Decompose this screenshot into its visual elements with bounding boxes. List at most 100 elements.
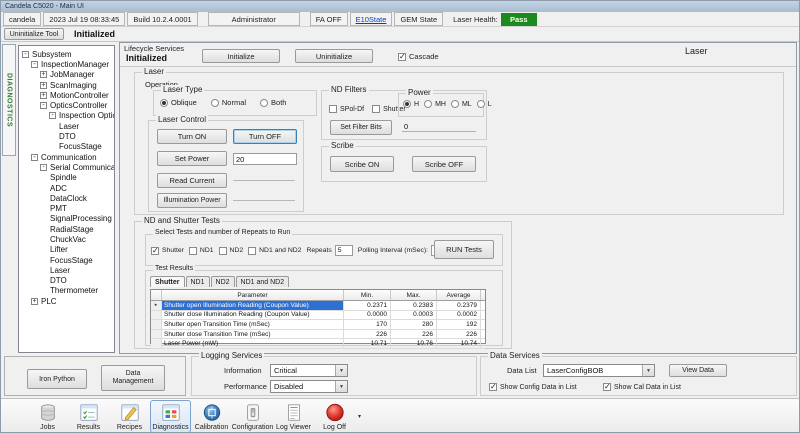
tab-nd1[interactable]: ND1 [186,276,210,287]
turn-on-button[interactable]: Turn ON [157,129,227,144]
taskbar-log-off[interactable]: Log Off [314,400,355,433]
tree-item-adc[interactable]: ADC [19,183,114,193]
taskbar-more-arrow[interactable]: ▾ [358,413,361,420]
tree-item-inspection-optics[interactable]: -Inspection Optics [19,111,114,121]
power-option-l[interactable]: L [477,100,492,108]
tab-nd2[interactable]: ND2 [211,276,235,287]
taskbar-calibration[interactable]: Calibration [191,400,232,433]
tree-item-thermometer[interactable]: Thermometer [19,286,114,296]
column-header-parameter[interactable]: Parameter [162,290,344,300]
nd-filter-checkbox-spol-df[interactable]: SPol-Df [329,105,364,113]
tree-item-radialstage[interactable]: RadialStage [19,224,114,234]
expand-icon[interactable]: + [31,298,38,305]
test-checkbox-shutter[interactable]: Shutter [151,247,184,255]
uninitialize-tool-button[interactable]: Uninitialize Tool [4,28,64,40]
tree-item-jobmanager[interactable]: +JobManager [19,70,114,80]
initialize-button[interactable]: Initialize [202,49,280,63]
uninitialize-button[interactable]: Uninitialize [295,49,373,63]
set-power-input[interactable]: 20 [233,153,297,165]
taskbar-log-viewer[interactable]: Log Viewer [273,400,314,433]
tree-item-motioncontroller[interactable]: +MotionController [19,90,114,100]
laser-type-option-oblique[interactable]: Oblique [160,98,197,107]
tree-item-focusstage[interactable]: FocusStage [19,255,114,265]
collapse-icon[interactable]: - [31,154,38,161]
expand-icon[interactable]: + [40,92,47,99]
read-current-button[interactable]: Read Current [157,173,227,188]
tree-item-focusstage[interactable]: FocusStage [19,142,114,152]
show-cal-data-checkbox[interactable]: Show Cal Data in List [603,383,681,391]
tree-item-dto[interactable]: DTO [19,131,114,141]
power-option-ml[interactable]: ML [451,100,472,108]
taskbar-jobs[interactable]: Jobs [27,400,68,433]
taskbar-recipes[interactable]: Recipes [109,400,150,433]
illumination-power-button[interactable]: Illumination Power [157,193,227,208]
tree-item-serial-communication[interactable]: -Serial Communication [19,162,114,172]
power-option-h[interactable]: H [403,100,419,108]
data-list-dropdown[interactable]: LaserConfigBOB ▼ [543,364,655,377]
data-management-button[interactable]: Data Management [101,365,165,391]
tree-item-communication[interactable]: -Communication [19,152,114,162]
tree-item-laser[interactable]: Laser [19,265,114,275]
fa-status-button[interactable]: FA OFF [310,12,348,26]
turn-off-button[interactable]: Turn OFF [233,129,297,144]
column-header-max-[interactable]: Max. [391,290,437,300]
expand-icon[interactable]: + [40,82,47,89]
tab-shutter[interactable]: Shutter [150,276,185,287]
table-row[interactable]: Shutter close Illumination Reading (Coup… [151,311,485,321]
tree-item-lifter[interactable]: Lifter [19,245,114,255]
tree-item-inspectionmanager[interactable]: -InspectionManager [19,59,114,69]
tree-item-subsystem[interactable]: -Subsystem [19,49,114,59]
e10-state-link[interactable]: E10State [350,12,393,26]
test-checkbox-nd1[interactable]: ND1 [189,247,214,255]
power-option-mh[interactable]: MH [424,100,446,108]
run-tests-button[interactable]: RUN Tests [434,240,494,259]
laser-type-option-label: Oblique [171,98,197,107]
show-config-data-checkbox[interactable]: Show Config Data in List [489,383,577,391]
laser-type-option-normal[interactable]: Normal [211,98,246,107]
tree-item-dataclock[interactable]: DataClock [19,193,114,203]
tree-item-dto[interactable]: DTO [19,276,114,286]
cascade-checkbox[interactable]: Cascade [398,52,439,61]
scribe-on-button[interactable]: Scribe ON [330,156,394,172]
expand-icon[interactable]: + [40,71,47,78]
gem-state-button[interactable]: GEM State [394,12,443,26]
performance-level-dropdown[interactable]: Disabled ▼ [270,380,348,393]
tree-item-pmt[interactable]: PMT [19,203,114,213]
scribe-off-button[interactable]: Scribe OFF [412,156,476,172]
tree-item-laser[interactable]: Laser [19,121,114,131]
test-checkbox-nd1-and-nd2[interactable]: ND1 and ND2 [248,247,301,255]
laser-group-label: Laser [142,67,166,76]
test-checkbox-nd2[interactable]: ND2 [219,247,244,255]
collapse-icon[interactable]: - [22,51,29,58]
view-data-button[interactable]: View Data [669,364,727,377]
collapse-icon[interactable]: - [40,102,47,109]
table-row[interactable]: Shutter open Transition Time (mSec)17028… [151,320,485,330]
set-filter-bits-button[interactable]: Set Filter Bits [330,120,392,135]
tree-item-scanimaging[interactable]: +ScanImaging [19,80,114,90]
laser-type-option-both[interactable]: Both [260,98,286,107]
information-level-dropdown[interactable]: Critical ▼ [270,364,348,377]
column-header-min-[interactable]: Min. [344,290,391,300]
iron-python-button[interactable]: Iron Python [27,369,87,389]
tab-diagnostics-vertical[interactable]: DIAGNOSTICS [2,44,16,156]
tree-item-label: OpticsController [49,101,108,110]
tree-item-chuckvac[interactable]: ChuckVac [19,234,114,244]
collapse-icon[interactable]: - [31,61,38,68]
repeats-input[interactable]: 5 [335,245,353,256]
table-row[interactable]: Shutter close Transition Time (mSec)2262… [151,330,485,340]
tree-item-spindle[interactable]: Spindle [19,173,114,183]
set-power-button[interactable]: Set Power [157,151,227,166]
taskbar-results[interactable]: Results [68,400,109,433]
script-tools-panel: Iron Python Data Management [4,356,186,396]
tab-nd1-and-nd2[interactable]: ND1 and ND2 [236,276,290,287]
tree-item-opticscontroller[interactable]: -OpticsController [19,100,114,110]
tree-item-plc[interactable]: +PLC [19,296,114,306]
column-header-average[interactable]: Average [437,290,481,300]
tree-item-signalprocessing[interactable]: SignalProcessing [19,214,114,224]
taskbar-diagnostics[interactable]: Diagnostics [150,400,191,433]
table-row[interactable]: ▸Shutter open Illumination Reading (Coup… [151,301,485,311]
table-row[interactable]: Laser Power (mW)10.7110.7610.74 [151,339,485,349]
collapse-icon[interactable]: - [49,112,56,119]
collapse-icon[interactable]: - [40,164,47,171]
taskbar-configuration[interactable]: Configuration [232,400,273,433]
